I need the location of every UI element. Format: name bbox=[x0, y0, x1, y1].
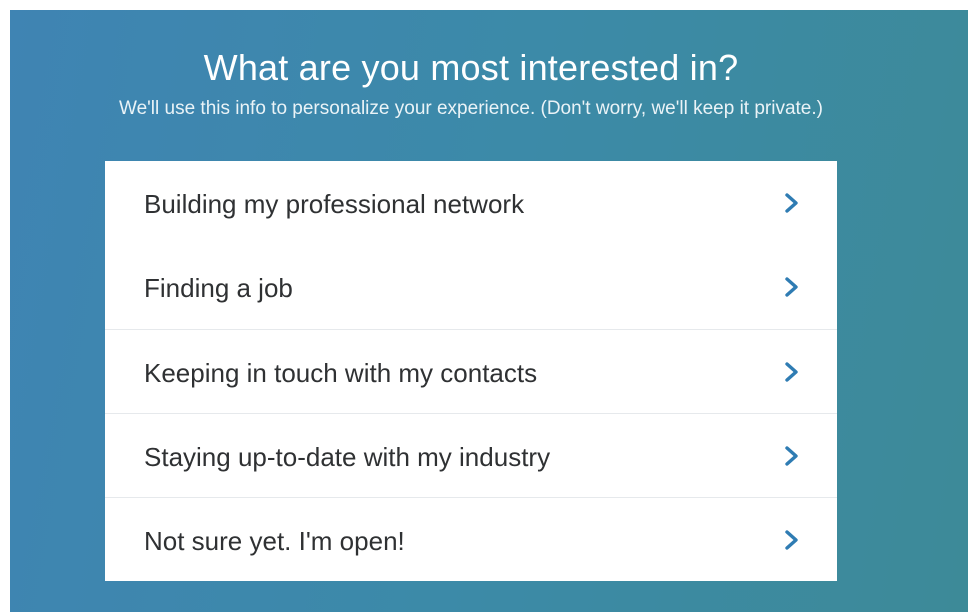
option-label: Staying up-to-date with my industry bbox=[144, 442, 551, 472]
option-not-sure-yet[interactable]: Not sure yet. I'm open! bbox=[105, 497, 837, 581]
option-label: Keeping in touch with my contacts bbox=[144, 358, 538, 388]
chevron-right-icon bbox=[785, 446, 798, 466]
page-title: What are you most interested in? bbox=[203, 47, 739, 88]
page-subtitle: We'll use this info to personalize your … bbox=[119, 98, 823, 119]
option-staying-up-to-date[interactable]: Staying up-to-date with my industry bbox=[105, 413, 837, 497]
option-label: Finding a job bbox=[144, 273, 293, 303]
chevron-right-icon bbox=[785, 277, 798, 297]
chevron-right-icon bbox=[785, 530, 798, 550]
chevron-right-icon bbox=[785, 193, 798, 213]
interest-options-list: Building my professional network Finding… bbox=[105, 161, 837, 581]
option-label: Building my professional network bbox=[144, 189, 525, 219]
option-label: Not sure yet. I'm open! bbox=[144, 526, 405, 556]
option-finding-a-job[interactable]: Finding a job bbox=[105, 245, 837, 329]
chevron-right-icon bbox=[785, 362, 798, 382]
onboarding-panel: What are you most interested in? We'll u… bbox=[10, 10, 968, 612]
option-building-professional-network[interactable]: Building my professional network bbox=[105, 161, 837, 245]
option-keeping-in-touch[interactable]: Keeping in touch with my contacts bbox=[105, 329, 837, 413]
